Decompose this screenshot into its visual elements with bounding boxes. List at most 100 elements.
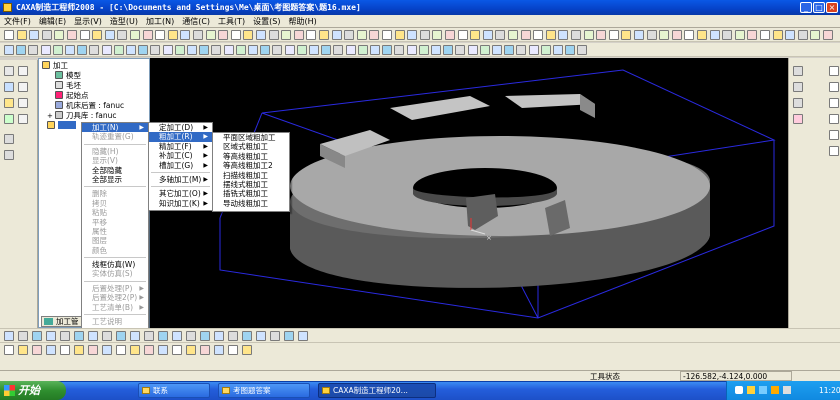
toolbar-button-icon[interactable] [256, 30, 266, 40]
machining-tool-icon[interactable] [298, 331, 308, 341]
feature-button-icon[interactable] [16, 45, 27, 55]
feature-button-icon[interactable] [577, 45, 588, 55]
toolbar-button-icon[interactable] [634, 30, 644, 40]
curve-tool-icon[interactable] [116, 345, 126, 355]
machining-tool-icon[interactable] [242, 331, 252, 341]
menu-communication[interactable]: 通信(C) [178, 15, 214, 28]
rect-tool-icon[interactable] [829, 98, 839, 108]
curve-tool-icon[interactable] [144, 345, 154, 355]
feature-button-icon[interactable] [40, 45, 51, 55]
roughing-submenu-item[interactable]: 等高线粗加工 [213, 152, 289, 161]
task-caxa[interactable]: CAXA制造工程师20... [318, 383, 436, 398]
feature-button-icon[interactable] [455, 45, 466, 55]
toolbar-button-icon[interactable] [419, 30, 430, 40]
feature-button-icon[interactable] [357, 45, 368, 55]
curve-tool-icon[interactable] [130, 345, 140, 355]
context-menu-item[interactable]: 加工(N) ▶ [82, 123, 148, 133]
toolbar-button-icon[interactable] [684, 30, 695, 40]
menu-help[interactable]: 帮助(H) [285, 15, 321, 28]
toolbar-button-icon[interactable] [142, 30, 153, 40]
speaker-icon[interactable] [747, 386, 755, 394]
toolbar-button-icon[interactable] [583, 30, 594, 40]
toolbar-button-icon[interactable] [482, 30, 493, 40]
toolbar-button-icon[interactable] [167, 30, 178, 40]
surface-icon[interactable] [793, 82, 803, 92]
feature-button-icon[interactable] [101, 45, 112, 55]
tree-item-tool-library[interactable]: + 刀具库 : fanuc [47, 111, 117, 121]
feature-button-icon[interactable] [199, 45, 210, 55]
feature-button-icon[interactable] [260, 45, 271, 55]
menu-settings[interactable]: 设置(S) [249, 15, 284, 28]
toolbar-button-icon[interactable] [356, 30, 367, 40]
close-icon[interactable]: × [826, 2, 838, 13]
feature-button-icon[interactable] [138, 45, 149, 55]
machining-tool-icon[interactable] [88, 331, 98, 341]
machining-tool-icon[interactable] [18, 331, 28, 341]
machining-tool-icon[interactable] [228, 331, 238, 341]
machining-submenu-item[interactable]: 多轴加工(M) ▶ [149, 175, 212, 184]
toolbar-button-icon[interactable] [92, 30, 103, 40]
curve-tool-icon[interactable] [4, 345, 14, 355]
toolbar-button-icon[interactable] [319, 30, 329, 40]
roughing-submenu-item[interactable]: 插铣式粗加工 [213, 189, 289, 198]
curve-tool-icon[interactable] [214, 345, 224, 355]
toolbar-button-icon[interactable] [104, 30, 115, 40]
toolbar-button-icon[interactable] [4, 30, 14, 40]
transform-icon[interactable] [4, 150, 14, 160]
toolbar-button-icon[interactable] [671, 30, 682, 40]
rect-icon[interactable] [18, 98, 28, 108]
toolbar-button-icon[interactable] [608, 30, 619, 40]
toolbar-button-icon[interactable] [130, 30, 140, 40]
curve-tool-icon[interactable] [242, 345, 252, 355]
machining-submenu-item[interactable]: 槽加工(G) ▶ [149, 161, 212, 170]
feature-button-icon[interactable] [309, 45, 319, 55]
machining-tool-icon[interactable] [158, 331, 168, 341]
ime-icon[interactable] [759, 386, 767, 394]
curve-tool-icon[interactable] [88, 345, 98, 355]
curve-tool-icon[interactable] [200, 345, 210, 355]
toolbar-button-icon[interactable] [394, 30, 405, 40]
context-menu-item[interactable]: 全部显示 [82, 175, 148, 184]
toolbar-button-icon[interactable] [41, 30, 52, 40]
feature-button-icon[interactable] [553, 45, 563, 55]
tree-root[interactable]: 加工 [42, 61, 68, 71]
menu-edit[interactable]: 编辑(E) [35, 15, 70, 28]
toolbar-button-icon[interactable] [760, 30, 770, 40]
task-contact[interactable]: 联系 [138, 383, 210, 398]
toolbar-button-icon[interactable] [734, 30, 745, 40]
toolbar-button-icon[interactable] [117, 30, 128, 40]
toolbar-button-icon[interactable] [659, 30, 670, 40]
feature-button-icon[interactable] [528, 45, 539, 55]
feature-button-icon[interactable] [235, 45, 246, 55]
toolbar-button-icon[interactable] [218, 30, 229, 40]
toolbar-button-icon[interactable] [180, 30, 191, 40]
feature-button-icon[interactable] [394, 45, 405, 55]
tree-item-stock[interactable]: 毛坯 [55, 81, 81, 91]
toolbar-button-icon[interactable] [445, 30, 455, 40]
toolbar-button-icon[interactable] [67, 30, 77, 40]
arc-tool-icon[interactable] [829, 130, 839, 140]
tree-item-post[interactable]: 机床后置 : fanuc [55, 101, 124, 111]
feature-button-icon[interactable] [211, 45, 222, 55]
start-button[interactable]: 开始 [0, 381, 66, 400]
machining-tool-icon[interactable] [284, 331, 294, 341]
toolbar-button-icon[interactable] [268, 30, 279, 40]
curve-icon[interactable] [18, 66, 28, 76]
feature-button-icon[interactable] [443, 45, 454, 55]
machining-tool-icon[interactable] [144, 331, 154, 341]
curve-tool-icon[interactable] [172, 345, 182, 355]
polygon-tool-icon[interactable] [829, 114, 839, 124]
toolbar-button-icon[interactable] [230, 30, 241, 40]
machining-tool-icon[interactable] [172, 331, 182, 341]
feature-button-icon[interactable] [321, 45, 332, 55]
machining-tool-icon[interactable] [256, 331, 266, 341]
toolbar-button-icon[interactable] [16, 30, 27, 40]
machining-tool-icon[interactable] [130, 331, 140, 341]
toolbar-button-icon[interactable] [709, 30, 720, 40]
toolbar-button-icon[interactable] [571, 30, 581, 40]
line-tool-icon[interactable] [829, 66, 839, 76]
toolbar-button-icon[interactable] [823, 30, 833, 40]
extrude-icon[interactable] [793, 98, 803, 108]
toolbar-button-icon[interactable] [306, 30, 317, 40]
roughing-submenu-item[interactable]: 等高线粗加工2 [213, 161, 289, 170]
